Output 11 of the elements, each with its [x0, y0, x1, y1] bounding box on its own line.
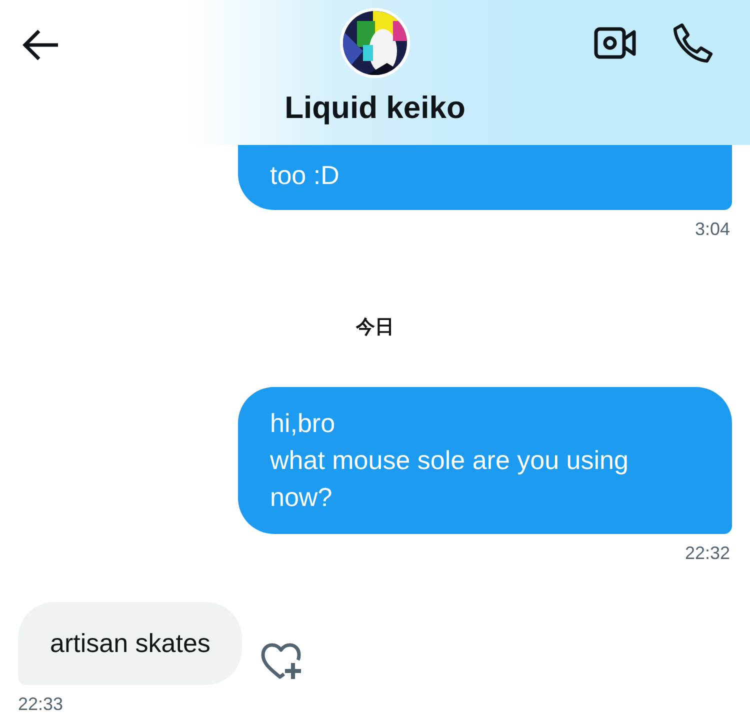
message-time: 22:33	[18, 694, 64, 715]
message-time: 3:04	[694, 219, 730, 240]
contact-name: Liquid keiko	[284, 90, 466, 126]
video-call-icon[interactable]	[594, 26, 636, 60]
message-bubble: hi,bro what mouse sole are you using now?	[238, 387, 732, 534]
phone-call-icon[interactable]	[672, 22, 714, 64]
date-divider: 今日	[356, 317, 394, 338]
avatar[interactable]	[340, 8, 410, 78]
back-arrow-icon[interactable]	[22, 28, 60, 62]
message-bubble: artisan skates	[18, 602, 242, 685]
message-time: 22:32	[684, 543, 730, 564]
